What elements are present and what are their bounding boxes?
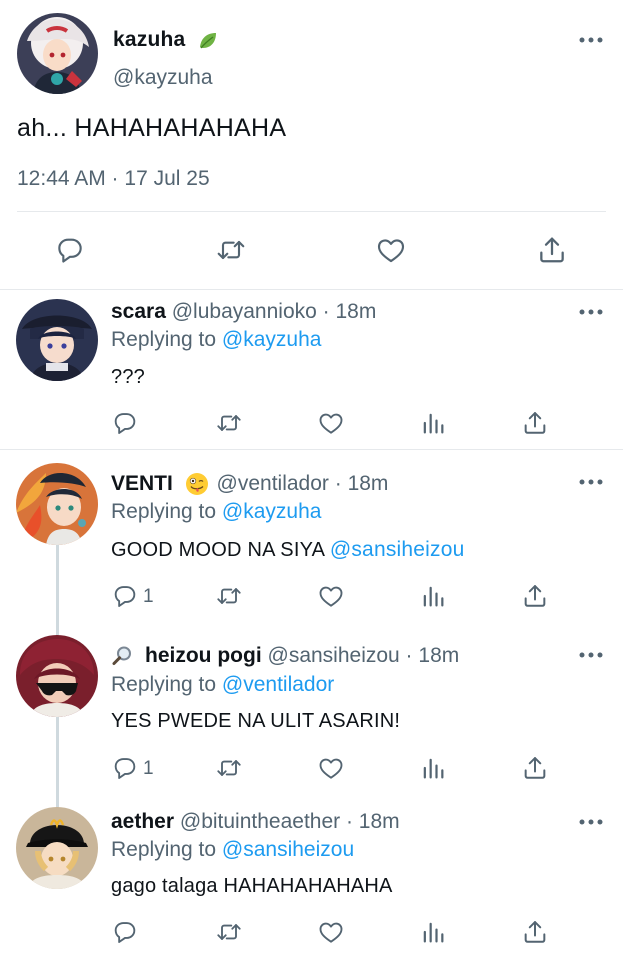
leaf-icon [197,30,219,52]
tweet-timestamp[interactable]: 12:44 AM · 17 Jul 25 [17,167,210,191]
like-icon[interactable] [317,918,345,946]
reply-text: ??? [111,366,145,388]
reply-tweet[interactable]: heizou pogi @sansiheizou · 18m Replying … [0,623,623,809]
reply-header: scara @lubayannioko · 18m [111,300,376,324]
handle-and-time[interactable]: @ventilador · 18m [217,472,389,495]
handle[interactable]: @kayzuha [113,66,213,90]
display-name[interactable]: heizou pogi [145,644,262,667]
replying-to: Replying to @kayzuha [111,328,321,352]
avatar-heizou[interactable] [16,635,98,717]
reply-text-body: GOOD MOOD NA SIYA [111,539,325,561]
stats-icon[interactable] [419,754,447,782]
share-icon[interactable] [521,754,549,782]
reply-header: aether @bituintheaether · 18m [111,810,400,834]
reply-text: GOOD MOOD NA SIYA @sansiheizou [111,538,464,562]
replying-to-label: Replying to [111,838,217,861]
mention-link[interactable]: @kayzuha [222,500,322,523]
retweet-icon[interactable] [215,918,243,946]
handle-and-time[interactable]: @bituintheaether · 18m [180,810,400,833]
share-icon[interactable] [521,918,549,946]
more-options-icon[interactable] [578,36,604,44]
display-name[interactable]: kazuha [113,28,185,52]
handle-and-time[interactable]: @lubayannioko · 18m [172,300,377,323]
display-name[interactable]: scara [111,300,166,323]
display-name[interactable]: VENTI [111,472,173,495]
more-options-icon[interactable] [578,818,604,826]
share-icon[interactable] [521,582,549,610]
mention-link[interactable]: @ventilador [222,673,334,696]
replying-to-label: Replying to [111,673,217,696]
retweet-icon[interactable] [215,754,243,782]
main-tweet: kazuha @kayzuha ah... HAHAHAHAHAHA 12:44… [0,0,623,289]
reply-tweet[interactable]: aether @bituintheaether · 18m Replying t… [0,793,623,960]
replying-to: Replying to @ventilador [111,673,334,697]
reply-text: YES PWEDE NA ULIT ASARIN! [111,710,401,732]
avatar-scara[interactable] [16,299,98,381]
reply-count: 1 [143,758,154,779]
more-options-icon[interactable] [578,478,604,486]
reply-icon[interactable] [111,409,139,437]
magnifying-glass-icon [111,645,133,667]
handle-and-time[interactable]: @sansiheizou · 18m [268,644,460,667]
like-icon[interactable] [375,234,407,266]
replying-to: Replying to @sansiheizou [111,838,354,862]
reply-header: VENTI @ventilador · 18m [111,472,388,496]
reply-icon[interactable] [111,582,139,610]
share-icon[interactable] [521,409,549,437]
reply-tweet[interactable]: VENTI @ventilador · 18m Replying to @kay… [0,449,623,638]
stats-icon[interactable] [419,918,447,946]
divider [17,211,606,212]
like-icon[interactable] [317,409,345,437]
stats-icon[interactable] [419,582,447,610]
reply-icon[interactable] [111,754,139,782]
replying-to-label: Replying to [111,328,217,351]
more-options-icon[interactable] [578,308,604,316]
mention-link[interactable]: @kayzuha [222,328,322,351]
reply-icon[interactable] [111,918,139,946]
reply-text: gago talaga HAHAHAHAHAHA [111,875,393,897]
more-options-icon[interactable] [578,651,604,659]
tweet-thread-page: kazuha @kayzuha ah... HAHAHAHAHAHA 12:44… [0,0,623,960]
mention-link[interactable]: @sansiheizou [222,838,354,861]
tweet-text: ah... HAHAHAHAHAHA [17,114,287,142]
reply-header: heizou pogi @sansiheizou · 18m [145,644,459,668]
avatar-aether[interactable] [16,807,98,889]
stats-icon[interactable] [419,409,447,437]
retweet-icon[interactable] [215,234,247,266]
replying-to: Replying to @kayzuha [111,500,321,524]
share-icon[interactable] [536,234,568,266]
retweet-icon[interactable] [215,409,243,437]
mention-link[interactable]: @sansiheizou [330,538,465,561]
reply-icon[interactable] [54,234,86,266]
reply-count: 1 [143,586,154,607]
reply-tweet[interactable]: scara @lubayannioko · 18m Replying to @k… [0,289,623,449]
zany-face-emoji [185,472,209,496]
retweet-icon[interactable] [215,582,243,610]
like-icon[interactable] [317,754,345,782]
display-name[interactable]: aether [111,810,174,833]
avatar-kazuha[interactable] [17,13,98,94]
avatar-venti[interactable] [16,463,98,545]
replying-to-label: Replying to [111,500,217,523]
like-icon[interactable] [317,582,345,610]
